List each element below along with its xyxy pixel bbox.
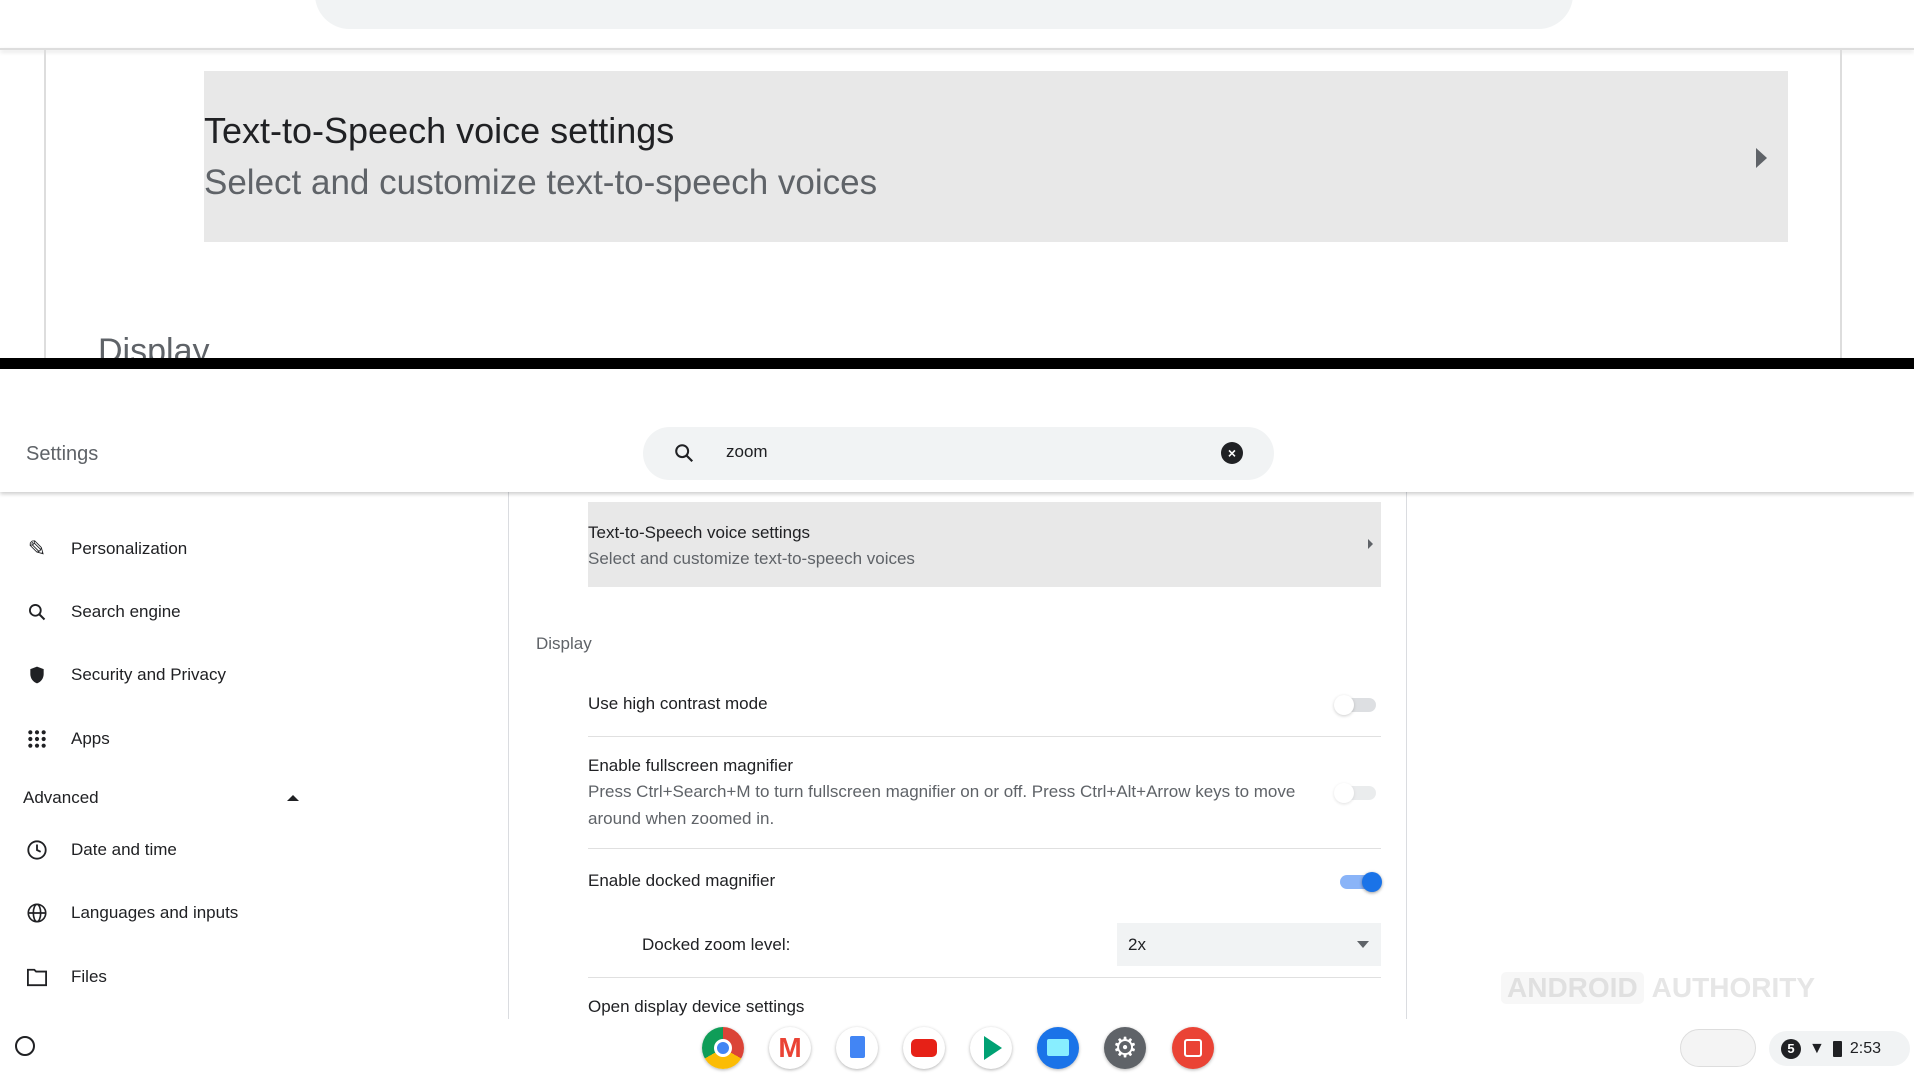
settings-main: Text-to-Speech voice settings Select and… [509,492,1407,1019]
selected-value: 2x [1128,935,1146,954]
section-title-display: Display [536,634,592,653]
magnified-divider [1840,50,1842,358]
chevron-up-icon [287,795,299,801]
advanced-toggle[interactable]: Advanced [0,778,508,818]
notification-count: 5 [1781,1038,1801,1059]
fullscreen-magnifier-toggle[interactable] [1334,783,1376,803]
high-contrast-toggle[interactable] [1334,695,1376,715]
screencast-icon[interactable] [1172,1027,1214,1069]
status-tray[interactable]: 5 ▼ 2:53 [1769,1031,1910,1066]
sidebar-item-security[interactable]: Security and Privacy [0,655,508,695]
pencil-icon: ✎ [27,536,47,561]
high-contrast-label: Use high contrast mode [588,694,768,713]
magnified-tts-title: Text-to-Speech voice settings [204,110,675,151]
globe-icon [24,900,50,926]
search-box[interactable]: zoom × [643,427,1274,480]
docked-magnifier-toggle[interactable] [1340,872,1382,892]
youtube-icon[interactable] [903,1027,945,1069]
battery-icon [1832,1040,1842,1057]
dropdown-arrow-icon [1357,941,1369,948]
divider [588,736,1381,737]
magnified-section: Display [98,332,210,358]
tts-title: Text-to-Speech voice settings [588,523,811,542]
magnified-divider [44,50,46,358]
sidebar-item-search-engine[interactable]: Search engine [0,592,508,632]
wifi-icon: ▼ [1809,1039,1825,1057]
gmail-icon[interactable]: M [769,1027,811,1069]
docked-magnifier-view: Text-to-Speech voice settings Select and… [0,0,1914,358]
docked-zoom-level-select[interactable]: 2x [1117,923,1381,966]
search-input[interactable]: zoom [726,442,768,462]
sidebar-item-label: Apps [71,729,110,748]
docked-zoom-level-label: Docked zoom level: [642,935,791,954]
advanced-label: Advanced [23,788,99,807]
sidebar-item-label: Security and Privacy [71,665,226,684]
sidebar-item-personalization[interactable]: ✎ Personalization [0,529,508,569]
search-icon [24,599,50,625]
files-icon[interactable] [1037,1027,1079,1069]
magnifier-divider[interactable] [0,358,1914,369]
sidebar-item-label: Personalization [71,539,188,558]
sidebar-item-label: Languages and inputs [71,903,239,922]
docked-magnifier-label: Enable docked magnifier [588,871,776,890]
sidebar-item-date-time[interactable]: Date and time [0,830,508,870]
launcher-icon[interactable] [15,1036,35,1056]
magnified-header-divider [0,48,1914,50]
fullscreen-magnifier-description: Press Ctrl+Search+M to turn fullscreen m… [588,782,1296,828]
sidebar-item-apps[interactable]: Apps [0,719,508,759]
divider [588,848,1381,849]
sidebar: ✎ Personalization Search engine Security … [0,492,509,1019]
watermark-logo: ANDROID AUTHORITY [1501,964,1861,1011]
tote-icon[interactable] [1680,1029,1756,1067]
sidebar-item-languages[interactable]: Languages and inputs [0,893,508,933]
search-icon [675,444,694,463]
divider [588,977,1381,978]
sidebar-item-files[interactable]: Files [0,957,508,997]
app-title: Settings [26,443,99,465]
tts-voice-settings-row[interactable]: Text-to-Speech voice settings Select and… [588,502,1381,587]
magnified-tts-subtitle: Select and customize text-to-speech voic… [204,163,878,202]
fullscreen-magnifier-label: Enable fullscreen magnifier [588,756,794,775]
settings-header: Settings zoom × [0,369,1914,492]
magnified-tts-card [204,71,1788,242]
magnified-search-box [315,0,1573,29]
clock-icon [24,837,50,863]
shield-icon [24,662,50,688]
sidebar-item-label: Date and time [71,840,177,859]
docs-icon[interactable] [836,1027,878,1069]
apps-grid-icon [24,726,50,752]
folder-icon [24,964,50,990]
tts-subtitle: Select and customize text-to-speech voic… [588,549,915,568]
magnified-arrow-icon [1756,148,1767,168]
shelf: M ⚙ [0,1019,1914,1074]
sidebar-item-label: Files [71,967,107,986]
clear-search-icon[interactable]: × [1221,442,1243,464]
arrow-right-icon [1368,539,1373,549]
chrome-icon[interactable] [702,1027,744,1069]
sidebar-item-label: Search engine [71,602,181,621]
settings-icon[interactable]: ⚙ [1104,1027,1146,1069]
play-store-icon[interactable] [970,1027,1012,1069]
open-display-settings-row[interactable]: Open display device settings [588,997,804,1017]
clock-time: 2:53 [1849,1039,1881,1057]
